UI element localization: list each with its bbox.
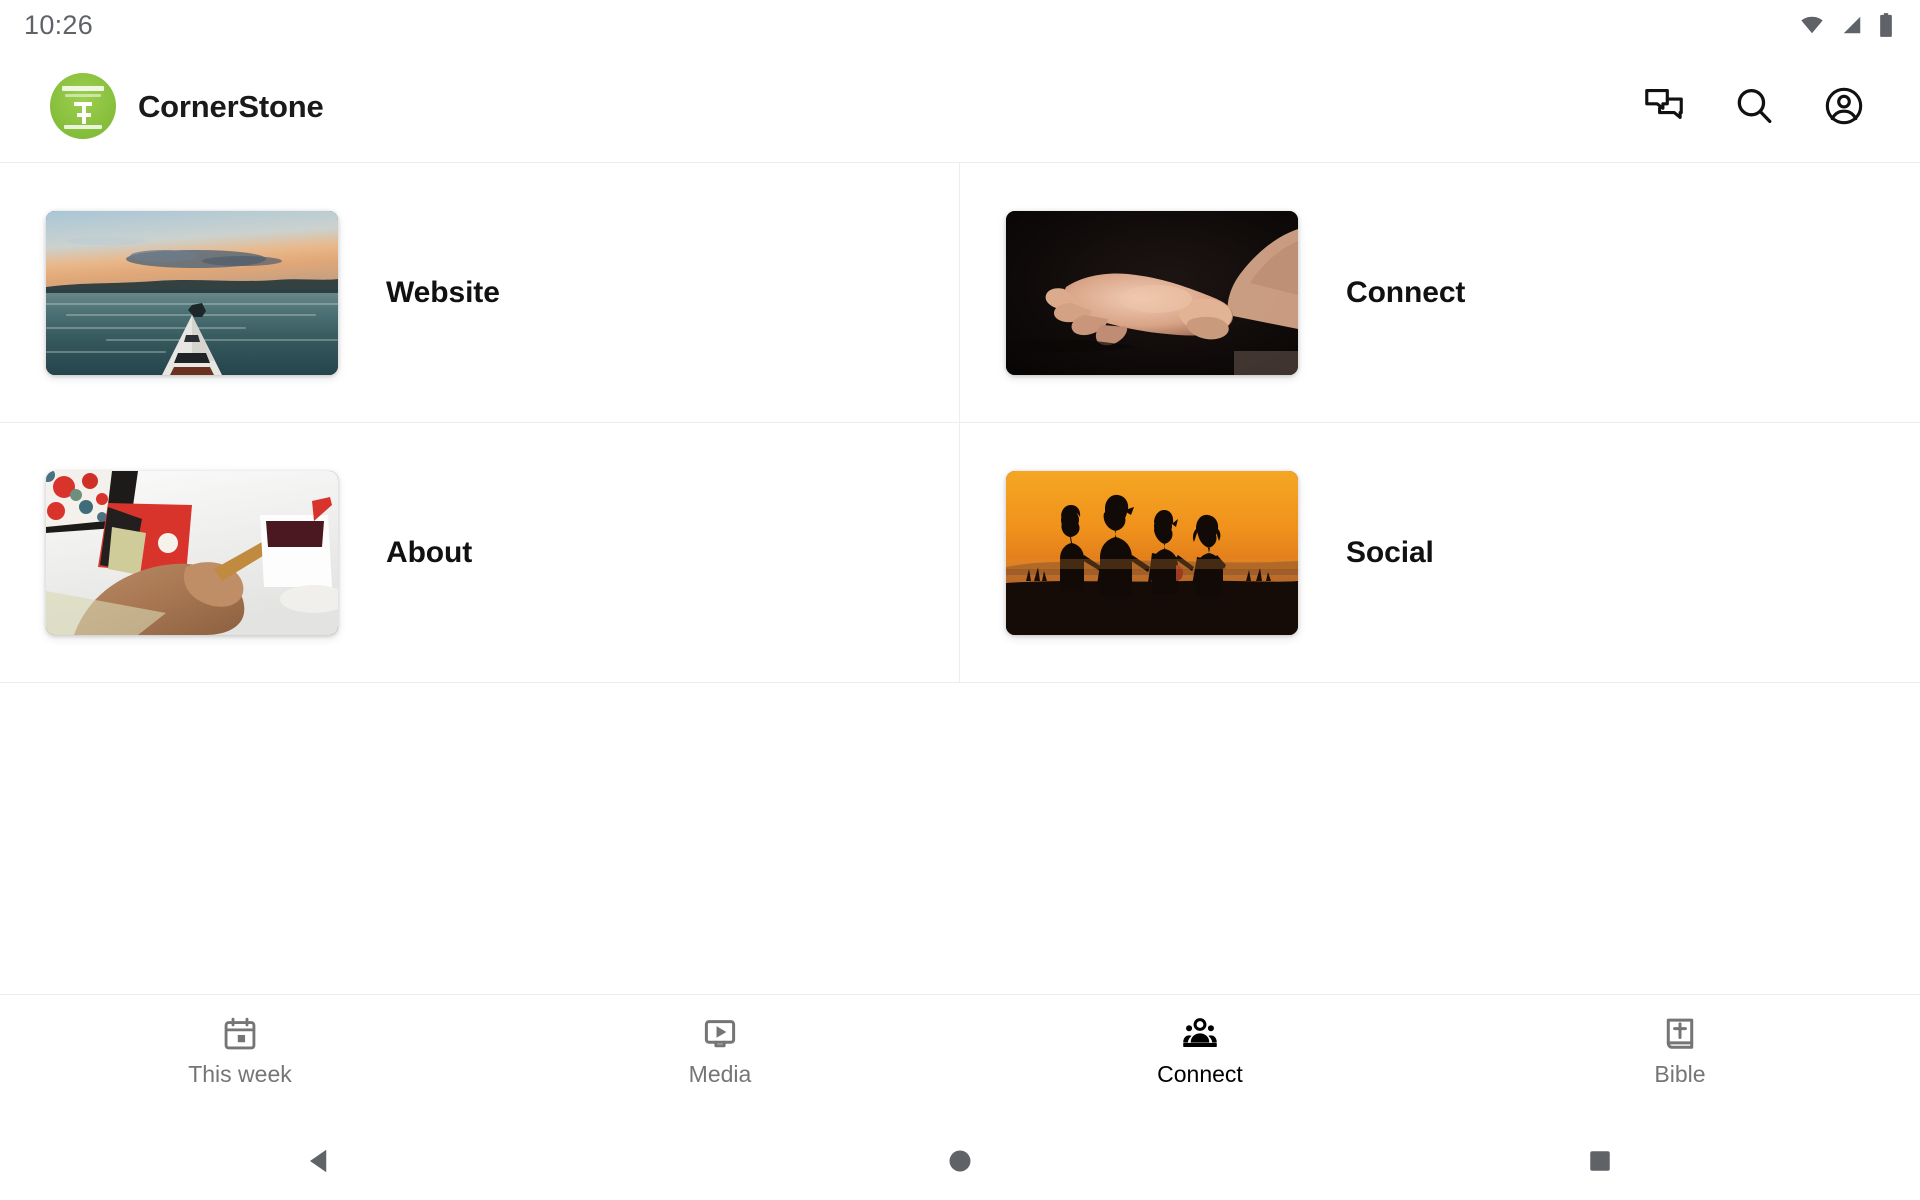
status-bar-clock: 10:26 — [24, 9, 94, 40]
cellular-signal-icon — [1839, 14, 1865, 36]
video-monitor-icon — [701, 1015, 739, 1053]
app-bar-actions — [1636, 78, 1890, 134]
tile-social[interactable]: Social — [960, 423, 1920, 683]
search-button[interactable] — [1726, 78, 1782, 134]
shortcut-grid: Website Connect About Social — [0, 162, 1920, 683]
status-bar-icons — [1798, 12, 1894, 38]
tile-about-label: About — [386, 535, 473, 569]
logo-emblem — [74, 102, 92, 124]
nav-item-media[interactable]: Media — [480, 1015, 960, 1086]
android-system-navigation — [0, 1122, 1920, 1200]
home-circle-icon — [949, 1150, 971, 1172]
battery-icon — [1878, 12, 1894, 38]
tile-about-image — [46, 470, 338, 635]
logo-text-band — [62, 86, 104, 91]
tile-connect-image — [1006, 210, 1298, 375]
bottom-navigation: This week Media Connect Bible — [0, 994, 1920, 1122]
status-bar: 10:26 — [0, 0, 1920, 50]
calendar-icon — [221, 1015, 259, 1053]
main-content: Website Connect About Social — [0, 162, 1920, 994]
brand[interactable]: CornerStone — [50, 73, 324, 139]
nav-label-connect: Connect — [1157, 1061, 1243, 1087]
search-icon — [1732, 84, 1776, 128]
wifi-icon — [1798, 14, 1826, 36]
cornerstone-logo — [50, 73, 116, 139]
chat-icon — [1642, 84, 1686, 128]
chat-button[interactable] — [1636, 78, 1692, 134]
nav-label-bible: Bible — [1654, 1061, 1706, 1087]
tile-social-label: Social — [1346, 535, 1434, 569]
nav-label-this-week: This week — [188, 1061, 292, 1087]
groups-icon — [1181, 1015, 1219, 1053]
app-screen: 10:26 CornerStone Website Connect About … — [0, 0, 1920, 1200]
tile-connect[interactable]: Connect — [960, 163, 1920, 423]
nav-item-this-week[interactable]: This week — [0, 1015, 480, 1086]
back-triangle-icon — [310, 1149, 327, 1173]
tile-website[interactable]: Website — [0, 163, 960, 423]
nav-label-media: Media — [688, 1061, 752, 1087]
android-back-button[interactable] — [0, 1146, 640, 1176]
logo-base-band — [64, 125, 102, 129]
tile-website-image — [46, 210, 338, 375]
tile-social-image — [1006, 470, 1298, 635]
android-home-button[interactable] — [640, 1146, 1280, 1176]
recents-square-icon — [1590, 1151, 1610, 1171]
logo-text-band-secondary — [65, 94, 101, 97]
account-circle-icon — [1822, 84, 1866, 128]
account-button[interactable] — [1816, 78, 1872, 134]
tile-website-label: Website — [386, 275, 500, 309]
tile-connect-label: Connect — [1346, 275, 1466, 309]
nav-item-connect[interactable]: Connect — [960, 1015, 1440, 1086]
nav-item-bible[interactable]: Bible — [1440, 1015, 1920, 1086]
tile-about[interactable]: About — [0, 423, 960, 683]
bible-book-icon — [1661, 1015, 1699, 1053]
app-bar: CornerStone — [0, 50, 1920, 162]
app-title: CornerStone — [138, 88, 324, 124]
android-recents-button[interactable] — [1280, 1146, 1920, 1176]
